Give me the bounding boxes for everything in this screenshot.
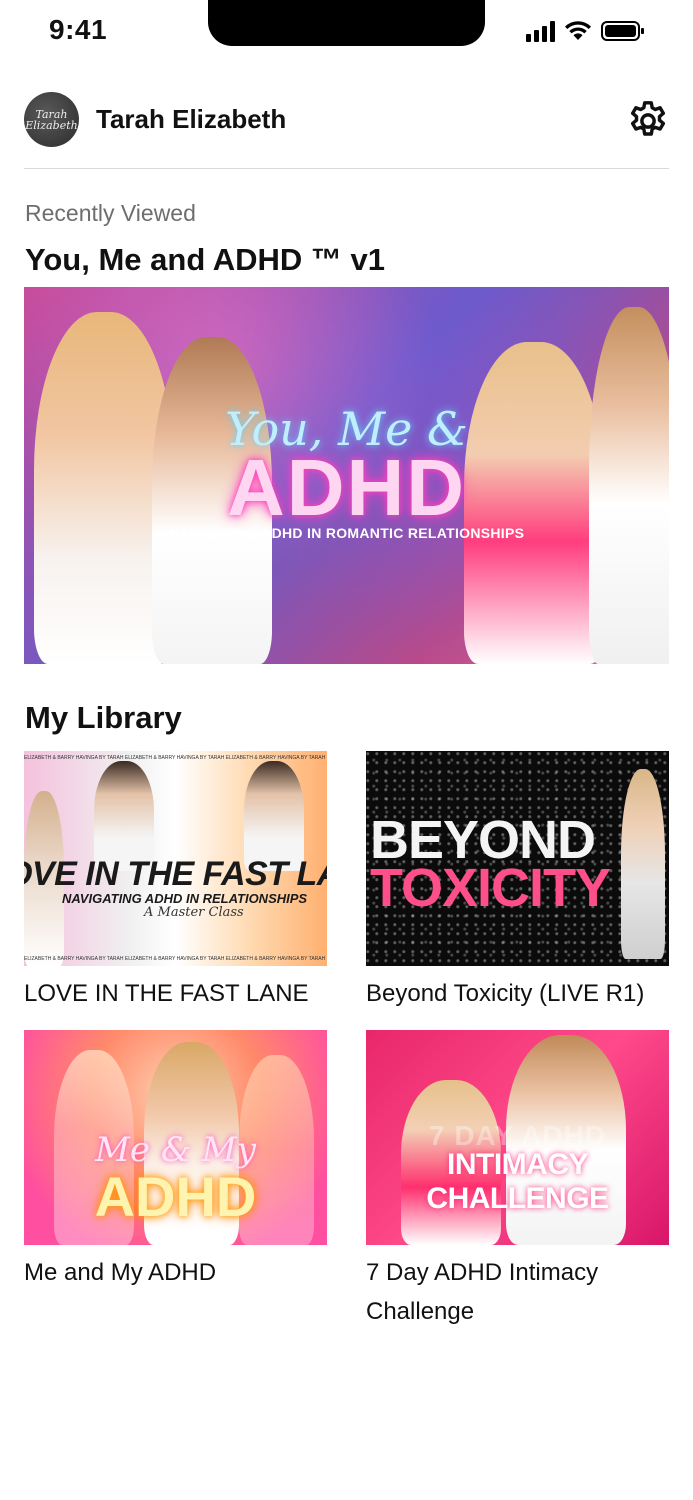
thumbnail-main-text: INTIMACY CHALLENGE [426,1148,609,1215]
thumbnail-subtitle: NAVIGATING ADHD IN RELATIONSHIPS [62,891,308,906]
status-time: 9:41 [49,14,108,45]
thumbnail-person [621,769,665,959]
avatar-monogram: Tarah Elizabeth [25,107,78,132]
gear-icon[interactable] [625,98,671,144]
profile-header: Tarah Elizabeth Tarah Elizabeth [24,92,669,148]
library-item[interactable]: Me & My ADHD Me and My ADHD [24,1030,327,1292]
device-notch [208,0,485,46]
library-item-thumbnail[interactable]: 7 DAY ADHD INTIMACY CHALLENGE [366,1030,669,1245]
library-item-title[interactable]: LOVE IN THE FAST LANE [24,974,327,1013]
library-item-thumbnail[interactable]: Me & My ADHD [24,1030,327,1245]
library-item-title[interactable]: 7 Day ADHD Intimacy Challenge [366,1253,669,1331]
header-divider [24,168,669,169]
hero-main-text: ADHD [226,443,467,532]
wifi-icon [565,21,591,40]
thumbnail-script-text: A Master Class [144,905,244,920]
library-item-thumbnail[interactable]: BEYOND TOXICITY [366,751,669,966]
library-item-title[interactable]: Beyond Toxicity (LIVE R1) [366,974,669,1013]
thumbnail-stripe-bottom: ELIZABETH & BARRY HAVINGA BY TARAH ELIZA… [24,956,327,962]
library-item-thumbnail[interactable]: ELIZABETH & BARRY HAVINGA BY TARAH ELIZA… [24,751,327,966]
hero-subtitle: NAVIGATING ADHD IN ROMANTIC RELATIONSHIP… [168,525,525,541]
recently-viewed-title[interactable]: You, Me and ADHD ™ v1 [25,242,385,278]
status-bar: 9:41 [0,0,693,62]
library-item[interactable]: ELIZABETH & BARRY HAVINGA BY TARAH ELIZA… [24,751,327,1013]
user-name: Tarah Elizabeth [96,104,287,134]
recently-viewed-thumbnail[interactable]: You, Me & ADHD NAVIGATING ADHD IN ROMANT… [24,287,669,664]
library-title: My Library [25,700,182,735]
thumbnail-main-text: ADHD [94,1165,257,1228]
recently-viewed-label: Recently Viewed [25,200,196,226]
thumbnail-main-text: OVE IN THE FAST LAN [24,855,327,893]
library-item[interactable]: 7 DAY ADHD INTIMACY CHALLENGE 7 Day ADHD… [366,1030,669,1331]
library-item[interactable]: BEYOND TOXICITY Beyond Toxicity (LIVE R1… [366,751,669,1013]
status-icons [526,20,645,42]
library-item-title[interactable]: Me and My ADHD [24,1253,327,1292]
avatar[interactable]: Tarah Elizabeth [24,92,79,147]
cellular-signal-icon [526,20,555,42]
thumbnail-line-2: TOXICITY [370,858,611,918]
battery-icon [601,21,644,41]
